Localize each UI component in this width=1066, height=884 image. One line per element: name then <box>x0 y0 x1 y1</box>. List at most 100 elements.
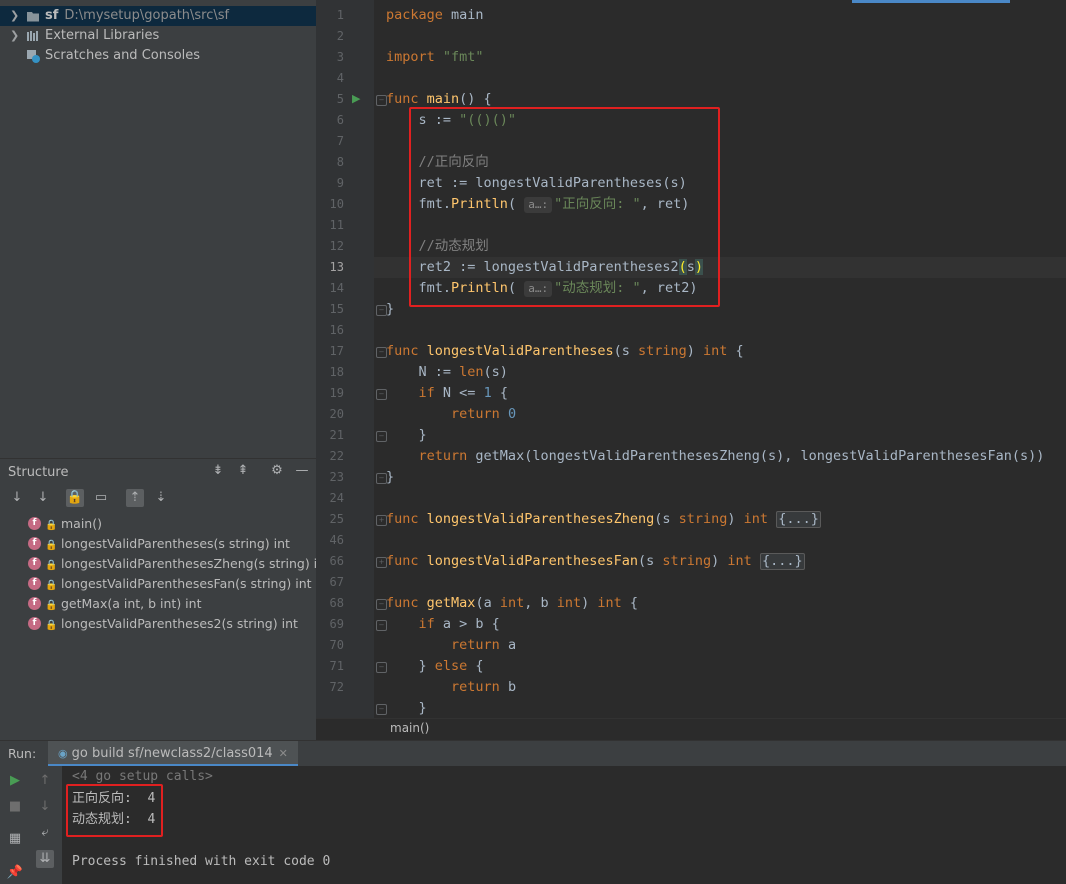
close-icon[interactable]: ✕ <box>279 747 288 760</box>
line-number: 19 <box>329 386 344 400</box>
run-panel-header: Run: ◉ go build sf/newclass2/class014 ✕ <box>0 740 1066 767</box>
tree-item-scratches[interactable]: Scratches and Consoles <box>0 46 316 66</box>
folder-icon <box>27 12 39 22</box>
soft-wrap-icon[interactable]: ⤶ <box>36 824 54 842</box>
stop-icon[interactable]: ■ <box>6 798 24 816</box>
code-line-25: func longestValidParenthesesZheng(s stri… <box>386 511 821 528</box>
fold-icon[interactable]: − <box>376 431 387 442</box>
console-output[interactable]: <4 go setup calls> 正向反向: 4 动态规划: 4 Proce… <box>62 766 1066 884</box>
code-line-15: } <box>386 301 395 317</box>
code-line-9: ret := longestValidParentheses(s) <box>386 175 687 191</box>
code-line-46: func longestValidParenthesesFan(s string… <box>386 553 805 570</box>
code-line-3: import "fmt" <box>386 49 484 65</box>
fold-icon[interactable]: − <box>376 389 387 400</box>
structure-panel: Structure ⇟ ⇞ ⚙ — ↓ ↓ 🔒 ▭ ⇡ ⇣ f 🔒 main() … <box>0 458 330 741</box>
line-number: 66 <box>329 554 344 568</box>
function-icon: f <box>28 597 41 610</box>
line-number: 23 <box>329 470 344 484</box>
fold-icon[interactable]: − <box>376 704 387 715</box>
gear-icon[interactable]: ⚙ <box>268 462 286 480</box>
tab-indicator <box>852 0 1010 3</box>
code-line-5: func main() { <box>386 91 492 107</box>
line-number: 69 <box>329 617 344 631</box>
sort-alpha-icon[interactable]: ↓ <box>34 489 52 507</box>
expand-all-icon[interactable]: ⇟ <box>209 462 227 480</box>
run-tab[interactable]: ◉ go build sf/newclass2/class014 ✕ <box>48 741 298 767</box>
autoscroll-to-source-icon[interactable]: ⇡ <box>126 489 144 507</box>
tree-item-label: External Libraries <box>45 28 160 43</box>
tree-item-sf[interactable]: ❯ sf D:\mysetup\gopath\src\sf <box>0 6 316 26</box>
line-number: 18 <box>329 365 344 379</box>
line-number: 10 <box>329 197 344 211</box>
breadcrumb[interactable]: main() <box>390 721 429 735</box>
code-line-67: func getMax(a int, b int) int { <box>386 595 639 611</box>
run-label: Run: <box>8 746 37 761</box>
up-arrow-icon[interactable]: ↑ <box>36 772 54 790</box>
line-number: 9 <box>336 176 344 190</box>
tree-item-label: Scratches and Consoles <box>45 48 201 63</box>
line-number: 14 <box>329 281 344 295</box>
fold-icon[interactable]: + <box>376 557 387 568</box>
code-line-17: func longestValidParentheses(s string) i… <box>386 343 744 359</box>
go-icon: ◉ <box>58 747 68 760</box>
line-number: 15 <box>329 302 344 316</box>
run-gutter-icon[interactable]: ▶ <box>352 92 360 105</box>
line-number: 11 <box>329 218 344 232</box>
fold-icon[interactable]: − <box>376 599 387 610</box>
library-icon <box>27 31 38 41</box>
line-number: 25 <box>329 512 344 526</box>
minimize-icon[interactable]: — <box>293 462 311 480</box>
line-number: 46 <box>329 533 344 547</box>
code-line-71: return b <box>451 679 517 695</box>
layout-icon[interactable]: ▦ <box>6 830 24 848</box>
show-fields-icon[interactable]: ▭ <box>92 489 110 507</box>
fold-icon[interactable]: − <box>376 95 387 106</box>
rerun-icon[interactable]: ▶ <box>6 772 24 790</box>
line-number: 24 <box>329 491 344 505</box>
fold-icon[interactable]: − <box>376 473 387 484</box>
fold-icon[interactable]: − <box>376 620 387 631</box>
line-number: 2 <box>336 29 344 43</box>
down-arrow-icon[interactable]: ↓ <box>36 798 54 816</box>
console-line: Process finished with exit code 0 <box>72 854 331 869</box>
console-line[interactable]: <4 go setup calls> <box>72 766 213 787</box>
tree-item-label: sf <box>45 8 59 23</box>
line-number: 71 <box>329 659 344 673</box>
fold-icon[interactable]: − <box>376 347 387 358</box>
code-line-20: return 0 <box>451 406 517 422</box>
lock-icon: 🔒 <box>45 600 58 611</box>
code-line-72: } <box>386 700 427 716</box>
autoscroll-from-source-icon[interactable]: ⇣ <box>152 489 170 507</box>
function-icon: f <box>28 517 41 530</box>
pin-icon[interactable]: 📌 <box>6 864 24 882</box>
editor-gutter: 1 2 3 4 5 6 7 8 9 10 11 12 13 14 15 16 17 18 19 20 21 22 23 24 2… <box>316 0 409 718</box>
function-icon: f <box>28 557 41 570</box>
code-editor[interactable]: package main import "fmt" func main() { … <box>374 0 1066 718</box>
structure-item-label: longestValidParenthesesFan(s string) int <box>61 576 312 591</box>
code-line-23: } <box>386 469 395 485</box>
line-number: 16 <box>329 323 344 337</box>
line-number: 13 <box>329 260 344 274</box>
scratches-icon <box>27 50 40 63</box>
fold-icon[interactable]: + <box>376 515 387 526</box>
function-icon: f <box>28 537 41 550</box>
chevron-right-icon[interactable]: ❯ <box>10 6 19 26</box>
lock-icon: 🔒 <box>45 560 58 571</box>
fold-placeholder[interactable]: {...} <box>759 553 805 570</box>
tree-item-external-libraries[interactable]: ❯ External Libraries <box>0 26 316 46</box>
fold-placeholder[interactable]: {...} <box>776 511 821 528</box>
line-number: 3 <box>336 50 344 64</box>
console-line: 正向反向: 4 <box>72 791 156 806</box>
fold-icon[interactable]: − <box>376 305 387 316</box>
code-line-69: return a <box>451 637 517 653</box>
run-toolbar: ▶ ■ ▦ 📌 ↑ ↓ ⤶ ⇊ <box>0 766 62 884</box>
structure-item-label: longestValidParentheses2(s string) int <box>61 616 298 631</box>
scroll-to-end-icon[interactable]: ⇊ <box>36 850 54 868</box>
chevron-right-icon[interactable]: ❯ <box>10 26 19 46</box>
line-number: 8 <box>336 155 344 169</box>
collapse-all-icon[interactable]: ⇞ <box>234 462 252 480</box>
structure-item-label: main() <box>61 516 102 531</box>
sort-visibility-icon[interactable]: ↓ <box>8 489 26 507</box>
show-private-icon[interactable]: 🔒 <box>66 489 84 507</box>
fold-icon[interactable]: − <box>376 662 387 673</box>
